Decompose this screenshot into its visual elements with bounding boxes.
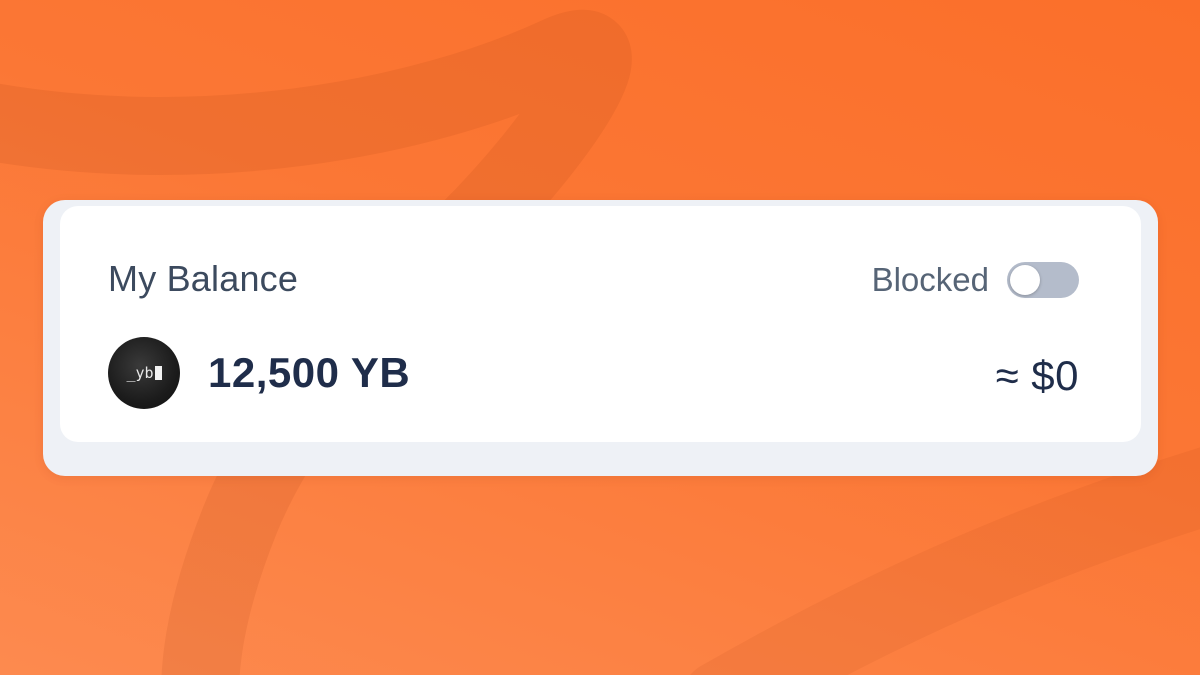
blocked-toggle[interactable]: [1007, 262, 1079, 298]
balance-title: My Balance: [108, 258, 299, 299]
token-logo-text: _yb: [126, 364, 154, 382]
balance-card-body: My Balance Blocked _yb 12,500 YB ≈ $0: [60, 206, 1141, 442]
token-amount: 12,500 YB: [208, 349, 411, 396]
usd-value: ≈ $0: [995, 352, 1079, 399]
balance-card: My Balance Blocked _yb 12,500 YB ≈ $0: [43, 200, 1158, 476]
yb-token-logo-icon: _yb: [108, 337, 180, 409]
blocked-label: Blocked: [871, 261, 989, 298]
toggle-knob: [1010, 265, 1040, 295]
token-balance-row: _yb 12,500 YB: [108, 336, 410, 410]
cursor-block-icon: [154, 366, 162, 380]
blocked-control: Blocked: [872, 260, 1079, 300]
